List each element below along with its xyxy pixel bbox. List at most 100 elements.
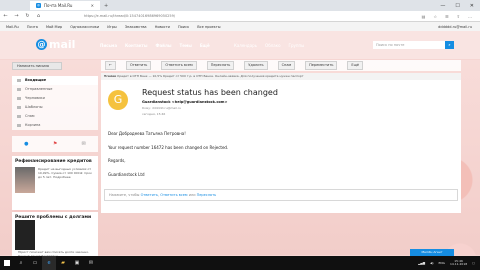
store-icon[interactable]: ▣: [70, 256, 84, 270]
message-sender[interactable]: Guardianstock <help@guardianstock.com>: [142, 100, 227, 104]
portal-links: Mail.Ru Почта Мой Мир Одноклассники Игры…: [0, 25, 221, 29]
folder-sent[interactable]: Отправленные: [12, 85, 98, 94]
forward-button[interactable]: Переслать: [206, 61, 235, 70]
mail-search-input[interactable]: Поиск по почте: [373, 41, 445, 49]
start-windows-icon[interactable]: [0, 256, 14, 270]
portal-link-news[interactable]: Новости: [155, 25, 170, 29]
url-field[interactable]: https://e.mail.ru/thread/0:1547401698696…: [84, 13, 244, 20]
body-line: Your request number 16472 has been chang…: [108, 144, 229, 150]
attachment-filter-icon[interactable]: ✉: [82, 141, 86, 147]
clock[interactable]: 15:46 14.11.2018: [450, 259, 467, 267]
close-tab-icon[interactable]: ✕: [91, 3, 94, 8]
portal-link-all[interactable]: Все проекты: [197, 25, 220, 29]
browser-titlebar: @ Почта Mail.Ru ✕ + — ☐ ✕: [0, 0, 480, 11]
message-toolbar: ← Ответить Ответить всем Переслать Удали…: [101, 60, 461, 71]
back-arrow-icon[interactable]: ←: [0, 13, 11, 19]
message-recipient: Кому: dddddd.ru@mail.ru: [142, 106, 181, 110]
main-nav: Письма Контакты Файлы Темы Ещё: [100, 43, 210, 48]
reply-separator: или: [188, 193, 196, 197]
more-button[interactable]: Ещё: [347, 61, 364, 70]
share-icon[interactable]: ⇪: [457, 14, 460, 19]
quick-reply-box[interactable]: Нажмите, чтобы Ответить, Ответить всем и…: [104, 189, 458, 201]
cloud-link[interactable]: Облако: [265, 43, 281, 48]
folder-drafts[interactable]: Черновики: [12, 94, 98, 103]
promo-text: Кредит на выгодных условиях от 10,99%. С…: [38, 167, 92, 179]
portal-link-mail[interactable]: Почта: [27, 25, 38, 29]
reply-all-button[interactable]: Ответить всем: [161, 61, 197, 70]
nav-more[interactable]: Ещё: [200, 43, 210, 48]
mail-app-icon[interactable]: ✉: [84, 256, 98, 270]
reply-all-link[interactable]: Ответить всем: [160, 193, 187, 197]
minimize-button[interactable]: —: [440, 3, 445, 9]
volume-icon[interactable]: ◀): [430, 261, 433, 265]
search-taskbar-icon[interactable]: ⌕: [14, 256, 28, 270]
folder-list: Входящие Отправленные Черновики Шаблоны …: [12, 76, 98, 130]
reply-button[interactable]: Ответить: [125, 61, 152, 70]
portal-link-search[interactable]: Поиск: [178, 25, 189, 29]
portal-link-myworld[interactable]: Мой Мир: [46, 25, 62, 29]
mail-agent-button[interactable]: Mail.Ru Агент: [410, 249, 454, 256]
file-explorer-icon[interactable]: ▰: [56, 256, 70, 270]
flagged-filter-icon[interactable]: ⚑: [53, 141, 57, 147]
refresh-icon[interactable]: ↻: [22, 13, 33, 19]
window-controls: — ☐ ✕: [440, 3, 480, 9]
message-body: Dear Добродеева Татьяна Петровна! Your r…: [108, 131, 229, 186]
delete-button[interactable]: Удалить: [244, 61, 268, 70]
reply-prompt: Нажмите, чтобы: [109, 193, 140, 197]
promo-refinance[interactable]: Рефинансирование кредитов Кредит на выго…: [12, 156, 98, 210]
edge-browser-icon[interactable]: e: [42, 256, 56, 270]
taskbar: ⌕ ▭ e ▰ ▣ ✉ ▂▄▆ ◀) ENG 15:46 14.11.2018 …: [0, 256, 480, 270]
account-email[interactable]: dddddd.ru@mail.ru: [438, 25, 480, 29]
promo-title: Рефинансирование кредитов: [15, 159, 92, 164]
portal-link-ok[interactable]: Одноклассники: [70, 25, 99, 29]
tab-title: Почта Mail.Ru: [44, 3, 73, 8]
promo-image: [15, 167, 35, 193]
new-tab-icon[interactable]: +: [104, 3, 108, 9]
notifications-icon[interactable]: ▢: [472, 261, 475, 265]
address-bar: ← → ↻ ⌂ https://e.mail.ru/thread/0:15474…: [0, 11, 480, 22]
calendar-link[interactable]: Календарь: [234, 43, 257, 48]
folder-trash[interactable]: Корзина: [12, 121, 98, 130]
folder-spam[interactable]: Спам: [12, 112, 98, 121]
forward-arrow-icon[interactable]: →: [11, 13, 22, 19]
system-tray: ▂▄▆ ◀) ENG 15:46 14.11.2018 ▢: [418, 259, 480, 267]
spam-button[interactable]: Спам: [277, 61, 296, 70]
maximize-button[interactable]: ☐: [455, 3, 459, 9]
close-window-button[interactable]: ✕: [470, 3, 474, 9]
ad-bar-text: Кредит в ОТП Банк — 10,5% Кредит от 500 …: [117, 74, 304, 78]
portal-link-dating[interactable]: Знакомства: [125, 25, 147, 29]
nav-letters[interactable]: Письма: [100, 43, 117, 48]
search-icon[interactable]: ⌕: [445, 41, 454, 49]
input-language[interactable]: ENG: [439, 261, 445, 265]
network-icon[interactable]: ▂▄▆: [418, 261, 425, 265]
reply-link[interactable]: Ответить: [141, 193, 158, 197]
groups-link[interactable]: Группы: [289, 43, 305, 48]
portal-bar: Mail.Ru Почта Мой Мир Одноклассники Игры…: [0, 22, 480, 31]
ad-bar-label: Уголок: [104, 74, 117, 78]
body-signature: Guardianstock Ltd: [108, 171, 145, 177]
back-button[interactable]: ←: [105, 61, 116, 70]
browser-tab[interactable]: @ Почта Mail.Ru ✕: [30, 1, 100, 10]
unread-filter-icon[interactable]: ●: [24, 141, 28, 147]
promo-debts[interactable]: Решите проблемы с долгами Юрист поможет …: [12, 212, 98, 262]
message-date: сегодня, 15:46: [142, 112, 166, 116]
folder-templates[interactable]: Шаблоны: [12, 103, 98, 112]
more-icon[interactable]: …: [468, 14, 472, 19]
nav-themes[interactable]: Темы: [180, 43, 192, 48]
nav-contacts[interactable]: Контакты: [125, 43, 147, 48]
portal-link-mailru[interactable]: Mail.Ru: [6, 25, 19, 29]
ad-bar[interactable]: Уголок Кредит в ОТП Банк — 10,5% Кредит …: [101, 73, 461, 80]
nav-files[interactable]: Файлы: [155, 43, 171, 48]
reading-view-icon[interactable]: ▤: [422, 14, 426, 19]
home-icon[interactable]: ⌂: [33, 13, 44, 19]
mail-logo[interactable]: @ mail: [36, 38, 75, 51]
task-view-icon[interactable]: ▭: [28, 256, 42, 270]
compose-button[interactable]: Написать письмо: [12, 62, 62, 70]
favorites-hub-icon[interactable]: ☰: [445, 14, 449, 19]
move-button[interactable]: Переместить: [305, 61, 338, 70]
portal-link-games[interactable]: Игры: [107, 25, 116, 29]
forward-link[interactable]: Переслать: [197, 193, 217, 197]
folder-inbox[interactable]: Входящие: [12, 76, 98, 85]
favorite-star-icon[interactable]: ☆: [433, 14, 437, 19]
message-view: Уголок Кредит в ОТП Банк — 10,5% Кредит …: [101, 73, 461, 213]
